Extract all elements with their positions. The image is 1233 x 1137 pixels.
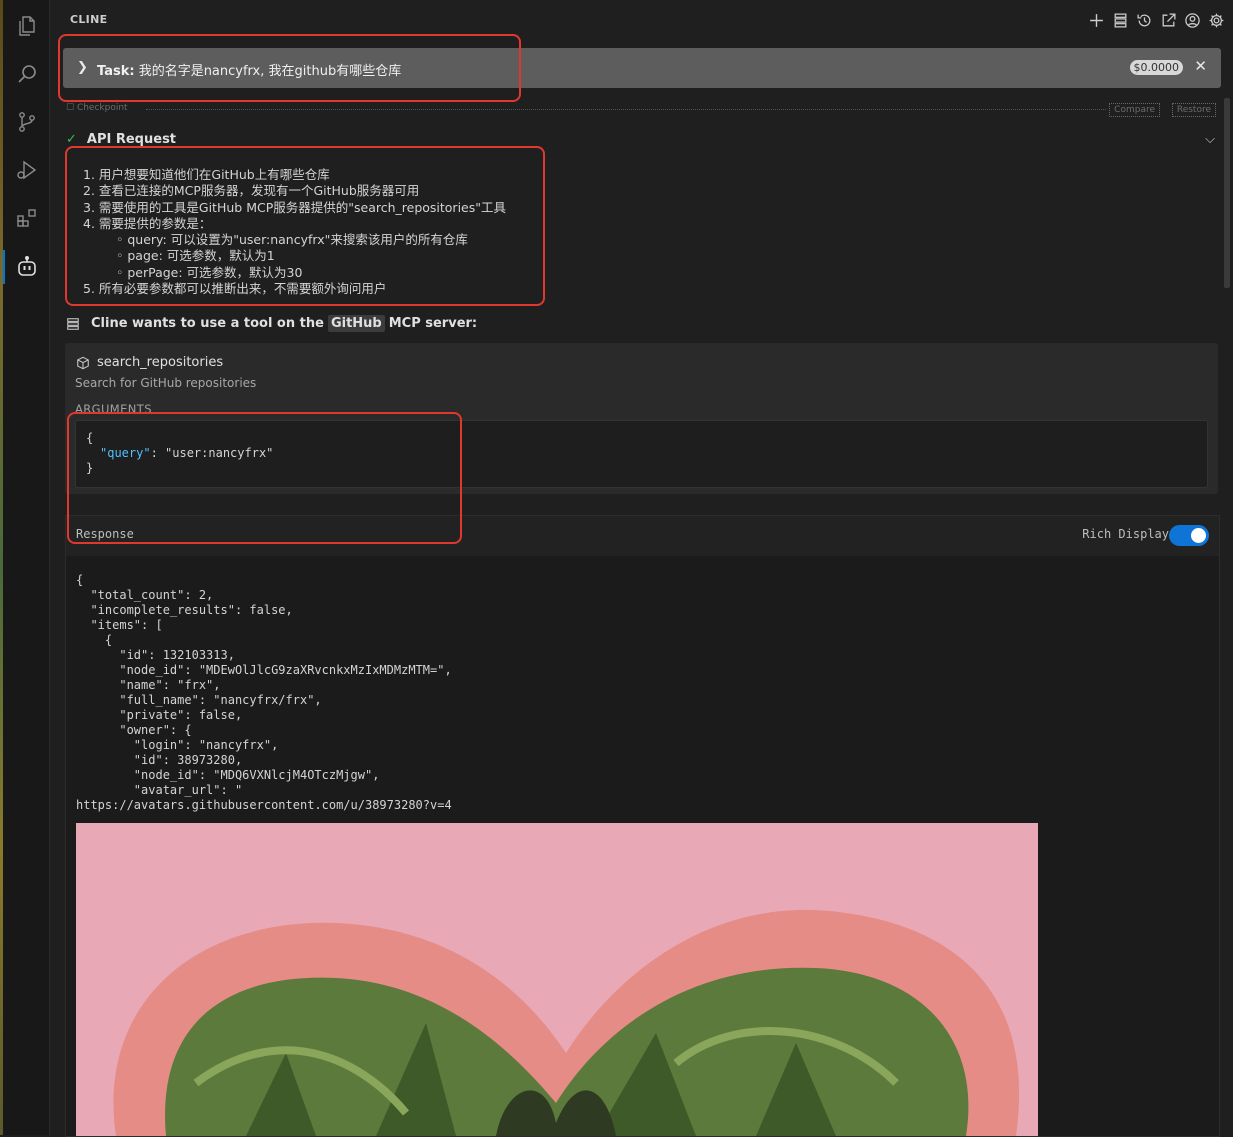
- search-icon[interactable]: [14, 61, 40, 87]
- settings-icon[interactable]: [1207, 11, 1225, 29]
- tool-use-suffix: MCP server:: [388, 316, 478, 331]
- reasoning-subitem: ◦ perPage: 可选参数，默认为30: [116, 264, 303, 280]
- reasoning-item: 1. 用户想要知道他们在GitHub上有哪些仓库: [83, 167, 330, 182]
- run-debug-icon[interactable]: [14, 157, 40, 183]
- checkpoint-divider: [146, 109, 1106, 110]
- reasoning-item: 5. 所有必要参数都可以推断出来，不需要额外询问用户: [83, 281, 387, 297]
- chevron-right-icon[interactable]: ❯: [77, 60, 88, 75]
- task-text: 我的名字是nancyfrx, 我在github有哪些仓库: [138, 64, 402, 79]
- tool-use-prefix: Cline wants to use a tool on the: [91, 316, 324, 331]
- check-icon: ✓: [66, 132, 77, 147]
- args-close: }: [86, 461, 94, 475]
- close-icon[interactable]: ✕: [1194, 57, 1207, 75]
- reasoning-item: 2. 查看已连接的MCP服务器，发现有一个GitHub服务器可用: [83, 183, 420, 199]
- tool-card: search_repositories Search for GitHub re…: [65, 343, 1218, 494]
- extensions-icon[interactable]: [14, 205, 40, 231]
- popout-icon[interactable]: [1159, 11, 1177, 29]
- plus-icon[interactable]: [1087, 11, 1105, 29]
- restore-button[interactable]: Restore: [1171, 103, 1216, 117]
- args-value: : "user:nancyfrx": [150, 446, 274, 460]
- activity-bar: [3, 0, 50, 1135]
- compare-button[interactable]: Compare: [1109, 103, 1160, 117]
- cline-panel: CLINE ❯ Task: 我的名字是nancyfrx, 我在github有哪些…: [50, 0, 1233, 1137]
- args-line: "query": "user:nancyfrx": [100, 446, 273, 460]
- rich-display-toggle[interactable]: [1169, 525, 1209, 546]
- checkpoint-text: Checkpoint: [76, 103, 128, 113]
- api-request-title: API Request: [86, 132, 177, 147]
- header-toolbar: [1087, 11, 1225, 29]
- account-icon[interactable]: [1183, 11, 1201, 29]
- tool-use-header: Cline wants to use a tool on the GitHub …: [66, 315, 477, 332]
- reasoning-item: 4. 需要提供的参数是：: [83, 215, 212, 231]
- reasoning-list: 1. 用户想要知道他们在GitHub上有哪些仓库 2. 查看已连接的MCP服务器…: [83, 167, 506, 297]
- mcp-servers-icon[interactable]: [1111, 11, 1129, 29]
- response-header[interactable]: Response Rich Display: [66, 516, 1219, 556]
- arguments-label: ARGUMENTS: [75, 402, 152, 416]
- active-indicator: [3, 250, 5, 284]
- cube-icon: [77, 356, 89, 370]
- panel-title: CLINE: [70, 13, 108, 26]
- reasoning-subitem: ◦ page: 可选参数，默认为1: [116, 248, 275, 264]
- explorer-icon[interactable]: [14, 13, 40, 39]
- avatar-image: [76, 823, 1038, 1136]
- task-title: Task: 我的名字是nancyfrx, 我在github有哪些仓库: [97, 60, 401, 79]
- reasoning-subitem: ◦ query: 可以设置为"user:nancyfrx"来搜索该用户的所有仓库: [116, 232, 468, 248]
- chevron-down-icon[interactable]: ⌵: [1205, 132, 1215, 147]
- response-card: Response Rich Display { "total_count": 2…: [65, 515, 1220, 1137]
- response-label: Response: [76, 527, 134, 541]
- reasoning-item: 3. 需要使用的工具是GitHub MCP服务器提供的"search_repos…: [83, 199, 506, 215]
- server-icon: [67, 317, 79, 330]
- history-icon[interactable]: [1135, 11, 1153, 29]
- args-open: {: [86, 431, 94, 445]
- cline-icon[interactable]: [14, 254, 40, 280]
- avatar-image-preview: [76, 823, 1038, 1136]
- rich-display-label: Rich Display: [1082, 527, 1169, 541]
- task-label: Task:: [97, 64, 135, 79]
- args-key: "query": [100, 446, 151, 460]
- cost-badge: $0.0000: [1129, 60, 1183, 75]
- tool-description: Search for GitHub repositories: [75, 376, 257, 390]
- api-request-header[interactable]: ✓ API Request: [66, 132, 176, 147]
- source-control-icon[interactable]: [14, 109, 40, 135]
- checkpoint-label: ☐ Checkpoint: [66, 103, 128, 113]
- scrollbar[interactable]: [1224, 98, 1230, 288]
- server-name: GitHub: [327, 315, 385, 332]
- task-header[interactable]: ❯ Task: 我的名字是nancyfrx, 我在github有哪些仓库 $0.…: [63, 48, 1221, 88]
- checkpoint-row: ☐ Checkpoint Compare Restore: [66, 103, 1216, 117]
- arguments-box: { "query": "user:nancyfrx" }: [75, 420, 1208, 488]
- tool-name: search_repositories: [97, 355, 224, 370]
- response-json: { "total_count": 2, "incomplete_results"…: [76, 573, 452, 812]
